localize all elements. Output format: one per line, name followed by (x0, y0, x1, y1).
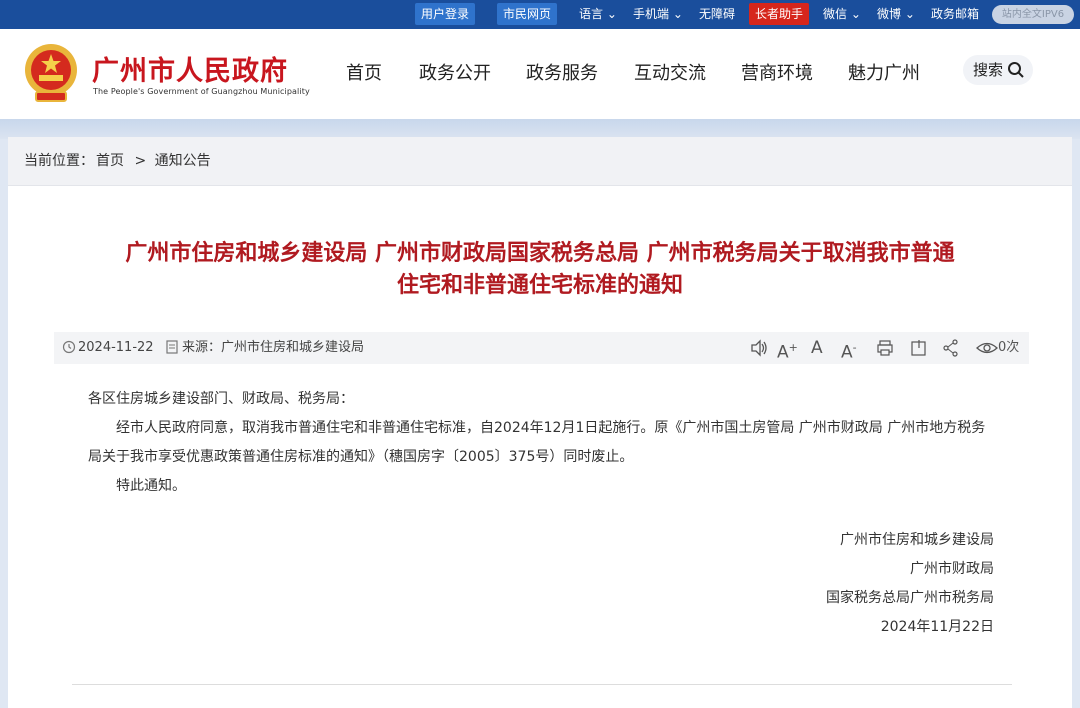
header-search-button[interactable]: 搜索 (963, 55, 1033, 85)
nav-home[interactable]: 首页 (346, 59, 382, 85)
breadcrumb-current[interactable]: 通知公告 (155, 153, 211, 169)
site-header: 广州市人民政府 The People's Government of Guang… (0, 29, 1080, 119)
weibo-menu[interactable]: 微博 ⌄ (877, 3, 915, 25)
national-emblem-icon (25, 44, 77, 102)
signatory-tax-bureau: 国家税务总局广州市税务局 (826, 590, 994, 606)
gov-mail-link[interactable]: 政务邮箱 (931, 3, 979, 25)
font-decrease-icon[interactable]: A- (841, 332, 857, 364)
view-count-value: 0次 (998, 340, 1020, 355)
nav-government-services[interactable]: 政务服务 (526, 59, 598, 85)
eye-icon (976, 342, 998, 354)
print-icon[interactable] (876, 332, 894, 364)
read-aloud-icon[interactable] (750, 332, 768, 364)
accessibility-link[interactable]: 无障碍 (699, 3, 735, 25)
publish-date: 2024-11-22 (78, 340, 154, 355)
site-name[interactable]: 广州市人民政府 (92, 49, 288, 88)
nav-business-environment[interactable]: 营商环境 (741, 59, 813, 85)
signatory-finance-bureau: 广州市财政局 (910, 561, 994, 577)
open-new-icon[interactable] (910, 332, 928, 364)
share-icon[interactable] (942, 332, 960, 364)
citizen-page-button[interactable]: 市民网页 (497, 3, 558, 25)
document-icon (166, 340, 178, 354)
elderly-assistant-button[interactable]: 长者助手 (749, 3, 810, 25)
font-increase-icon[interactable]: A+ (777, 332, 798, 364)
article-title-line1: 广州市住房和城乡建设局 广州市财政局国家税务总局 广州市税务局关于取消我市普通 (125, 240, 955, 266)
article-meta-bar: 2024-11-22 来源：广州市住房和城乡建设局 A+ A A- 0次 (54, 332, 1029, 364)
wechat-menu[interactable]: 微信 ⌄ (823, 3, 861, 25)
clock-icon (62, 340, 76, 354)
article-greeting: 各区住房城乡建设部门、财政局、税务局： (88, 391, 354, 407)
article-title-line2: 住宅和非普通住宅标准的通知 (396, 272, 683, 298)
article-source: 来源：广州市住房和城乡建设局 (182, 340, 365, 355)
language-menu[interactable]: 语言 ⌄ (579, 3, 617, 25)
article-closing: 特此通知。 (116, 478, 186, 494)
nav-interaction[interactable]: 互动交流 (634, 59, 706, 85)
article-title: 广州市住房和城乡建设局 广州市财政局国家税务总局 广州市税务局关于取消我市普通 … (68, 237, 1012, 301)
site-name-english: The People's Government of Guangzhou Mun… (93, 87, 310, 96)
signatory-housing-bureau: 广州市住房和城乡建设局 (840, 532, 994, 548)
view-count: 0次 (976, 332, 1019, 364)
site-search-input[interactable]: 站内全文IPV6 (992, 5, 1074, 24)
mobile-menu[interactable]: 手机端 ⌄ (633, 3, 683, 25)
nav-charm-guangzhou[interactable]: 魅力广州 (848, 59, 920, 85)
top-bar: 用户登录 市民网页 语言 ⌄ 手机端 ⌄ 无障碍 长者助手 微信 ⌄ 微博 ⌄ … (0, 0, 1080, 29)
content-card: 当前位置： 首页 > 通知公告 广州市住房和城乡建设局 广州市财政局国家税务总局 … (8, 137, 1072, 708)
search-icon (1008, 62, 1024, 78)
breadcrumb-separator: > (134, 153, 147, 169)
nav-government-affairs[interactable]: 政务公开 (419, 59, 491, 85)
breadcrumb: 当前位置： 首页 > 通知公告 (8, 137, 1072, 186)
header-band (0, 119, 1080, 139)
breadcrumb-prefix: 当前位置： (24, 153, 94, 169)
search-label: 搜索 (973, 61, 1004, 79)
article-body: 各区住房城乡建设部门、财政局、税务局： 经市人民政府同意，取消我市普通住宅和非普… (88, 385, 998, 501)
signature-date: 2024年11月22日 (880, 619, 994, 635)
signature-block: 广州市住房和城乡建设局 广州市财政局 国家税务总局广州市税务局 2024年11月… (826, 526, 994, 642)
breadcrumb-home[interactable]: 首页 (96, 153, 124, 169)
user-login-button[interactable]: 用户登录 (415, 3, 476, 25)
article-paragraph: 经市人民政府同意，取消我市普通住宅和非普通住宅标准，自2024年12月1日起施行… (88, 420, 986, 465)
font-reset-icon[interactable]: A (811, 332, 823, 364)
divider (72, 684, 1012, 685)
